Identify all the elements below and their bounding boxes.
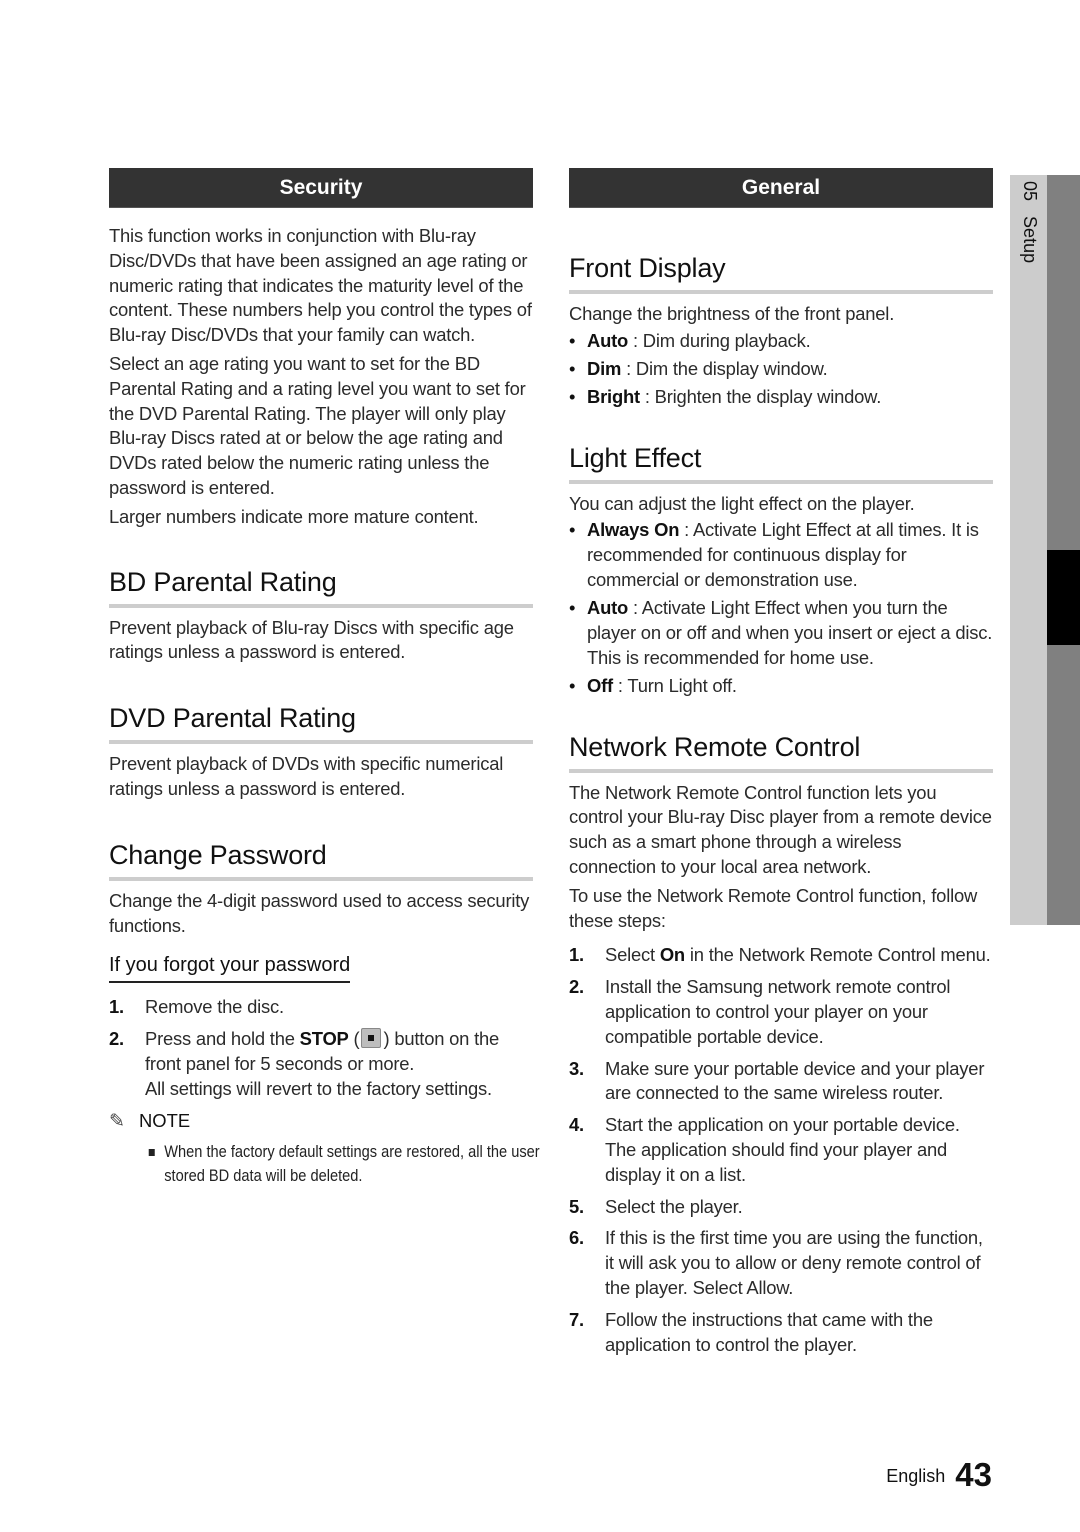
- front-display-options: Auto : Dim during playback. Dim : Dim th…: [569, 329, 993, 410]
- light-effect-options: Always On : Activate Light Effect at all…: [569, 518, 993, 699]
- page-footer: English 43: [886, 1456, 992, 1494]
- note-item: When the factory default settings are re…: [147, 1140, 543, 1189]
- dvd-parental-rating-heading: DVD Parental Rating: [109, 702, 533, 745]
- network-remote-steps: 1. Select On in the Network Remote Contro…: [569, 943, 993, 1357]
- note-label: NOTE: [139, 1109, 191, 1131]
- front-display-heading: Front Display: [569, 252, 993, 294]
- bd-parental-rating-text: Prevent playback of Blu-ray Discs with s…: [109, 616, 514, 663]
- option-item: Off : Turn Light off.: [569, 674, 993, 699]
- chapter-label: 05 Setup: [1010, 175, 1047, 295]
- option-item: Auto : Activate Light Effect when you tu…: [569, 596, 993, 670]
- security-intro-2: Select an age rating you want to set for…: [109, 352, 526, 498]
- factory-reset-note: All settings will revert to the factory …: [145, 1077, 492, 1099]
- general-banner: General: [569, 168, 993, 208]
- bd-parental-rating-heading: BD Parental Rating: [109, 566, 533, 608]
- stop-label: STOP: [299, 1028, 349, 1050]
- stop-button-icon: [361, 1028, 382, 1049]
- network-remote-text-1: The Network Remote Control function lets…: [569, 781, 992, 877]
- front-display-text: Change the brightness of the front panel…: [569, 303, 895, 324]
- step-item: 1. Select On in the Network Remote Contro…: [569, 944, 991, 966]
- chapter-marker: [1047, 550, 1080, 645]
- general-column: General Front Display Change the brightn…: [569, 168, 993, 1364]
- step-item: 6. If this is the first time you are usin…: [569, 1227, 983, 1298]
- option-item: Auto : Dim during playback.: [569, 329, 993, 354]
- step-item: 4. Start the application on your portable…: [569, 1114, 960, 1185]
- security-banner: Security: [109, 168, 533, 208]
- chapter-number: 05: [1020, 181, 1040, 202]
- forgot-password-heading: If you forgot your password: [109, 952, 351, 984]
- chapter-title: Setup: [1020, 216, 1040, 264]
- step-item: 2. Install the Samsung network remote con…: [569, 976, 951, 1047]
- network-remote-heading: Network Remote Control: [569, 731, 993, 773]
- security-intro-3: Larger numbers indicate more mature cont…: [109, 505, 479, 527]
- page-number: 43: [955, 1456, 992, 1493]
- security-intro-1: This function works in conjunction with …: [109, 225, 532, 346]
- step-item: 3. Make sure your portable device and you…: [569, 1057, 985, 1104]
- light-effect-text: You can adjust the light effect on the p…: [569, 492, 915, 514]
- pencil-icon: ✎: [109, 1110, 125, 1132]
- option-item: Bright : Brighten the display window.: [569, 385, 993, 410]
- footer-language: English: [886, 1466, 946, 1486]
- step-item: 5. Select the player.: [569, 1195, 743, 1217]
- change-password-heading: Change Password: [109, 839, 533, 881]
- light-effect-heading: Light Effect: [569, 442, 993, 484]
- security-column: Security This function works in conjunct…: [109, 168, 540, 1189]
- network-remote-text-2: To use the Network Remote Control functi…: [569, 884, 978, 931]
- change-password-text: Change the 4-digit password used to acce…: [109, 889, 530, 936]
- option-item: Always On : Activate Light Effect at all…: [569, 518, 993, 592]
- forgot-password-steps: 1. Remove the disc. 2. Press and hold th…: [109, 995, 533, 1101]
- note-list: When the factory default settings are re…: [109, 1140, 540, 1189]
- step-item: 7. Follow the instructions that came with…: [569, 1308, 933, 1355]
- note-header: ✎ NOTE: [109, 1109, 533, 1134]
- step-item: 2. Press and hold the STOP () button on …: [109, 1028, 500, 1099]
- dvd-parental-rating-text: Prevent playback of DVDs with specific n…: [109, 753, 504, 799]
- option-item: Dim : Dim the display window.: [569, 357, 993, 382]
- step-item: 1. Remove the disc.: [109, 996, 284, 1018]
